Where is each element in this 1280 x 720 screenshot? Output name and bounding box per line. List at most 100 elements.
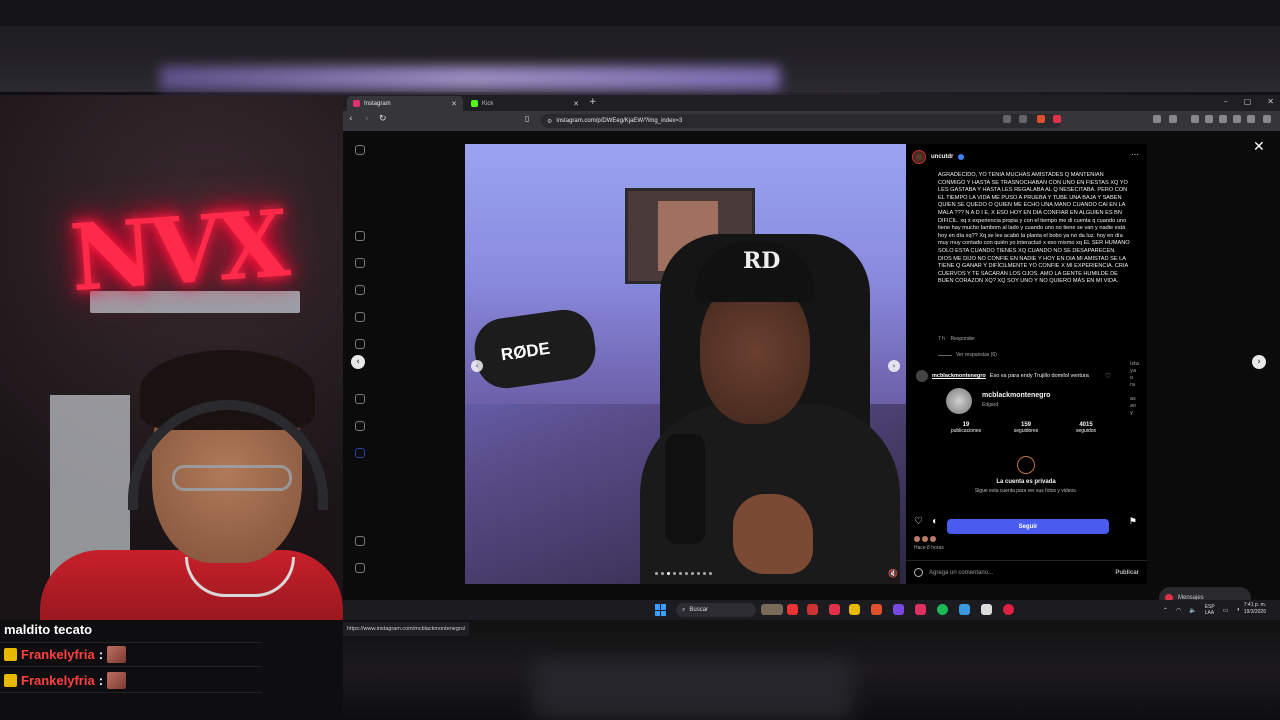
popup-username[interactable]: mcblackmontenegro (982, 392, 1050, 399)
start-icon[interactable] (655, 604, 667, 616)
previous-post-button[interactable]: ‹ (351, 355, 365, 369)
blurred-blob (533, 660, 853, 720)
threads-icon[interactable] (355, 563, 365, 573)
volume-icon[interactable]: 🔈 (1189, 607, 1196, 614)
liker-avatars[interactable] (914, 536, 936, 542)
crown-badge-icon (4, 674, 17, 687)
language-indicator[interactable]: ESP LAA (1205, 604, 1215, 616)
profile-hover-card: mcblackmontenegro Edgard 19 publicacione… (936, 384, 1116, 504)
tab-label: Kick (482, 100, 494, 107)
youtube-icon[interactable] (787, 604, 798, 615)
extension-icon[interactable] (1153, 115, 1161, 123)
emoji-icon[interactable] (914, 568, 923, 577)
search-icon[interactable] (355, 312, 365, 322)
popup-avatar[interactable] (946, 388, 972, 414)
home-icon[interactable] (355, 231, 365, 241)
close-tab-icon[interactable]: ✕ (573, 100, 579, 108)
more-menu-icon[interactable] (355, 536, 365, 546)
close-tab-icon[interactable]: ✕ (451, 100, 457, 108)
carousel-dot (661, 572, 664, 575)
url-field[interactable]: ⚙ instagram.com/p/DWEeg/KjaEW/?img_index… (541, 114, 1061, 128)
profile-icon[interactable] (355, 448, 365, 458)
wifi-icon[interactable]: ◠ (1176, 607, 1181, 614)
dashboard-icon[interactable] (355, 421, 365, 431)
link-status-bar: https://www.instagram.com/mcblackmontene… (343, 622, 470, 636)
save-post-icon[interactable]: ⚑ (1129, 516, 1137, 527)
window-controls: – ▢ ✕ (1224, 97, 1274, 106)
comment-input[interactable]: Agrega un comentario... (929, 570, 993, 576)
more-options-icon[interactable]: ⋯ (1131, 150, 1139, 159)
like-comment-icon[interactable]: ♡ (1105, 372, 1111, 380)
author-avatar[interactable] (912, 150, 926, 164)
explore-icon[interactable] (355, 339, 365, 349)
adobe-icon[interactable] (829, 604, 840, 615)
app-icon[interactable] (915, 604, 926, 615)
carousel-next-icon[interactable]: › (888, 360, 900, 372)
menu-icon[interactable] (1263, 115, 1271, 123)
post-video[interactable]: RD RØDE ‹ › 🔇 (465, 144, 906, 584)
reels-icon[interactable] (355, 258, 365, 268)
widget-icon[interactable] (761, 604, 783, 615)
mute-icon[interactable]: 🔇 (888, 569, 898, 578)
minimize-icon[interactable]: – (1224, 97, 1228, 106)
taskbar-clock[interactable]: 7:41 p. m. 19/3/2026 (1244, 602, 1266, 616)
brave-rewards-icon[interactable] (1053, 115, 1061, 123)
instagram-logo-icon[interactable] (355, 145, 365, 155)
carousel-prev-icon[interactable]: ‹ (471, 360, 483, 372)
profile-icon[interactable] (1247, 115, 1255, 123)
taskbar-search[interactable]: ⌕ Buscar (676, 603, 756, 617)
close-window-icon[interactable]: ✕ (1267, 97, 1274, 106)
app-icon[interactable] (807, 604, 818, 615)
wallet-icon[interactable] (1219, 115, 1227, 123)
extension-icon[interactable] (1169, 115, 1177, 123)
author-username[interactable]: uncutdr (931, 154, 953, 160)
tab-instagram[interactable]: Instagram ✕ (347, 96, 463, 111)
brave-icon[interactable] (871, 604, 882, 615)
site-info-icon[interactable]: ⚙ (547, 118, 552, 125)
tab-bar: Instagram ✕ Kick ✕ + – ▢ ✕ (343, 95, 1280, 111)
view-replies[interactable]: Ver respuestas (6) (938, 352, 997, 358)
tray-chevron-icon[interactable]: ⌃ (1163, 607, 1168, 614)
publish-button[interactable]: Publicar (1115, 570, 1139, 576)
tab-kick[interactable]: Kick ✕ (465, 96, 585, 111)
reload-icon[interactable]: ↻ (379, 114, 387, 124)
bookmark-page-icon[interactable]: ▯ (525, 114, 529, 123)
brave-shield-icon[interactable] (1037, 115, 1045, 123)
share-icon[interactable] (1019, 115, 1027, 123)
steam-icon[interactable] (959, 604, 970, 615)
forward-icon[interactable]: › (365, 114, 369, 124)
comment-icon[interactable]: ◖ (931, 516, 937, 527)
extension-icon[interactable] (1191, 115, 1199, 123)
commenter-avatar[interactable] (916, 370, 928, 382)
commenter-username[interactable]: mcblackmontenegro (932, 373, 986, 379)
vpn-icon[interactable] (1233, 115, 1241, 123)
messages-icon[interactable] (355, 285, 365, 295)
speaker-icon[interactable]: ◖ (1236, 607, 1240, 613)
next-post-button[interactable]: › (1252, 355, 1266, 369)
streamer-glasses (172, 465, 292, 491)
reply-link[interactable]: Responder (951, 336, 975, 342)
create-icon[interactable] (355, 394, 365, 404)
fragment-text: ra (1130, 382, 1136, 388)
follow-button[interactable]: Seguir (947, 519, 1109, 534)
chat-line: Frankelyfria : (4, 646, 127, 663)
instagram-icon (353, 100, 360, 107)
close-modal-icon[interactable]: ✕ (1253, 139, 1265, 155)
back-icon[interactable]: ‹ (349, 114, 353, 124)
extension-icon[interactable] (1003, 115, 1011, 123)
app-icon[interactable] (981, 604, 992, 615)
private-account-subtitle: Sigue esta cuenta para ver sus fotos y v… (974, 488, 1078, 494)
chat-message: maldito tecato (4, 622, 93, 637)
file-explorer-icon[interactable] (849, 604, 860, 615)
sidebar-toggle-icon[interactable] (1205, 115, 1213, 123)
carousel-dot (709, 572, 712, 575)
network-icon[interactable]: ▭ (1223, 607, 1229, 614)
chat-username[interactable]: Frankelyfria (21, 647, 95, 662)
discord-icon[interactable] (893, 604, 904, 615)
obs-icon[interactable] (1003, 604, 1014, 615)
new-tab-button[interactable]: + (589, 97, 597, 107)
spotify-icon[interactable] (937, 604, 948, 615)
like-icon[interactable]: ♡ (914, 516, 923, 527)
chat-username[interactable]: Frankelyfria (21, 673, 95, 688)
maximize-icon[interactable]: ▢ (1244, 97, 1252, 106)
